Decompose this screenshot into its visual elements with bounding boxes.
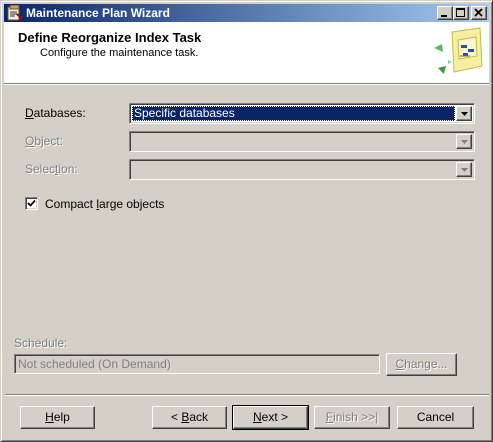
maximize-icon: [456, 8, 465, 17]
object-dropdown-button[interactable]: [456, 134, 472, 149]
selection-dropdown-button[interactable]: [456, 162, 472, 177]
selection-label: Selection:: [25, 162, 78, 176]
minimize-icon: [441, 15, 447, 17]
close-button[interactable]: [471, 6, 487, 20]
databases-value: Specific databases: [132, 106, 455, 121]
maintenance-plan-wizard-window: Maintenance Plan Wizard Define Reorganiz…: [0, 0, 493, 442]
page-title: Define Reorganize Index Task: [18, 30, 202, 45]
dropdown-arrow-icon: [461, 168, 468, 172]
page-subtitle: Configure the maintenance task.: [40, 47, 199, 59]
finish-button[interactable]: Finish >>|: [314, 406, 390, 429]
databases-dropdown-button[interactable]: [456, 106, 472, 121]
cancel-button[interactable]: Cancel: [397, 406, 474, 429]
app-icon: [7, 5, 23, 21]
schedule-label: Schedule:: [14, 336, 68, 350]
change-schedule-button[interactable]: Change...: [386, 353, 457, 376]
object-label: Object:: [25, 134, 64, 148]
compact-large-objects-label: Compact large objects: [45, 197, 165, 211]
databases-label: Databases:: [25, 106, 86, 120]
close-icon: [474, 8, 483, 17]
dropdown-arrow-icon: [461, 112, 468, 116]
checkmark-icon: [27, 199, 36, 207]
window-title: Maintenance Plan Wizard: [26, 6, 170, 20]
header-divider: [4, 84, 489, 85]
wizard-header: Define Reorganize Index Task Configure t…: [4, 22, 489, 84]
object-combobox[interactable]: [129, 131, 475, 152]
databases-combobox[interactable]: Specific databases: [129, 103, 475, 124]
help-button[interactable]: Help: [20, 406, 95, 429]
schedule-field[interactable]: Not scheduled (On Demand): [14, 354, 380, 374]
next-button[interactable]: Next >: [232, 405, 309, 430]
maximize-button[interactable]: [453, 6, 469, 20]
selection-value: [132, 162, 455, 177]
back-button[interactable]: < Back: [152, 406, 227, 429]
minimize-button[interactable]: [437, 6, 453, 20]
compact-large-objects-checkbox[interactable]: [25, 197, 38, 210]
wizard-header-graphic: [434, 27, 483, 74]
footer-divider-highlight: [5, 395, 489, 396]
schedule-value: Not scheduled (On Demand): [18, 357, 171, 371]
object-value: [132, 134, 455, 149]
title-bar[interactable]: Maintenance Plan Wizard: [4, 4, 489, 22]
selection-combobox[interactable]: [129, 159, 475, 180]
dropdown-arrow-icon: [461, 140, 468, 144]
